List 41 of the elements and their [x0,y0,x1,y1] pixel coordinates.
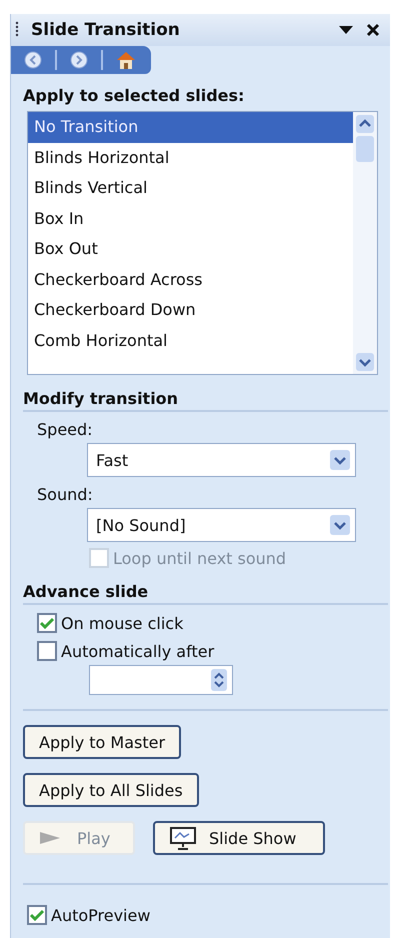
apply-to-all-button[interactable]: Apply to All Slides [23,773,199,807]
scroll-down-icon[interactable] [355,352,375,372]
section-heading: Advance slide [23,582,388,605]
pane-title: Slide Transition [31,20,181,40]
speed-dropdown[interactable]: Fast [87,443,356,477]
transition-item[interactable]: Blinds Horizontal [28,142,353,173]
forward-icon[interactable] [69,50,89,70]
sound-label: Sound: [37,485,94,504]
section-heading: Apply to selected slides: [23,86,246,107]
dropdown-arrow-icon[interactable] [338,25,354,35]
transition-item[interactable]: Checkerboard Down [28,295,353,326]
transition-item[interactable]: Checkerboard Across [28,264,353,295]
sound-dropdown[interactable]: [No Sound] [87,508,356,542]
transition-item[interactable]: Box In [28,204,353,234]
transition-item[interactable]: Box Out [28,234,353,264]
section-heading: Modify transition [23,389,388,412]
transition-item[interactable]: Blinds Vertical [28,173,353,204]
checkbox[interactable] [37,613,57,633]
chevron-down-icon[interactable] [329,514,351,536]
play-icon [39,831,61,845]
monitor-icon [169,826,197,850]
back-icon[interactable] [23,50,43,70]
checkbox-label: On mouse click [61,614,184,632]
slide-show-button[interactable]: Slide Show [153,821,325,855]
spinner-arrows-icon[interactable] [210,668,228,692]
scroll-thumb[interactable] [356,136,374,162]
checkbox-label: Loop until next sound [113,548,286,568]
home-icon[interactable] [115,50,137,70]
checkbox[interactable] [27,905,47,925]
speed-label: Speed: [37,420,94,439]
scrollbar[interactable] [353,112,377,374]
transition-item[interactable]: No Transition [28,112,353,142]
apply-to-master-button[interactable]: Apply to Master [23,725,182,759]
checkbox[interactable] [37,641,57,661]
scroll-up-icon[interactable] [355,114,375,134]
checkbox-label: AutoPreview [51,906,150,924]
transition-item[interactable]: Comb Horizontal [28,326,353,356]
checkbox-label: Automatically after [61,642,214,660]
grip-icon[interactable] [15,21,19,39]
close-icon[interactable] [366,23,380,37]
chevron-down-icon[interactable] [329,449,351,471]
